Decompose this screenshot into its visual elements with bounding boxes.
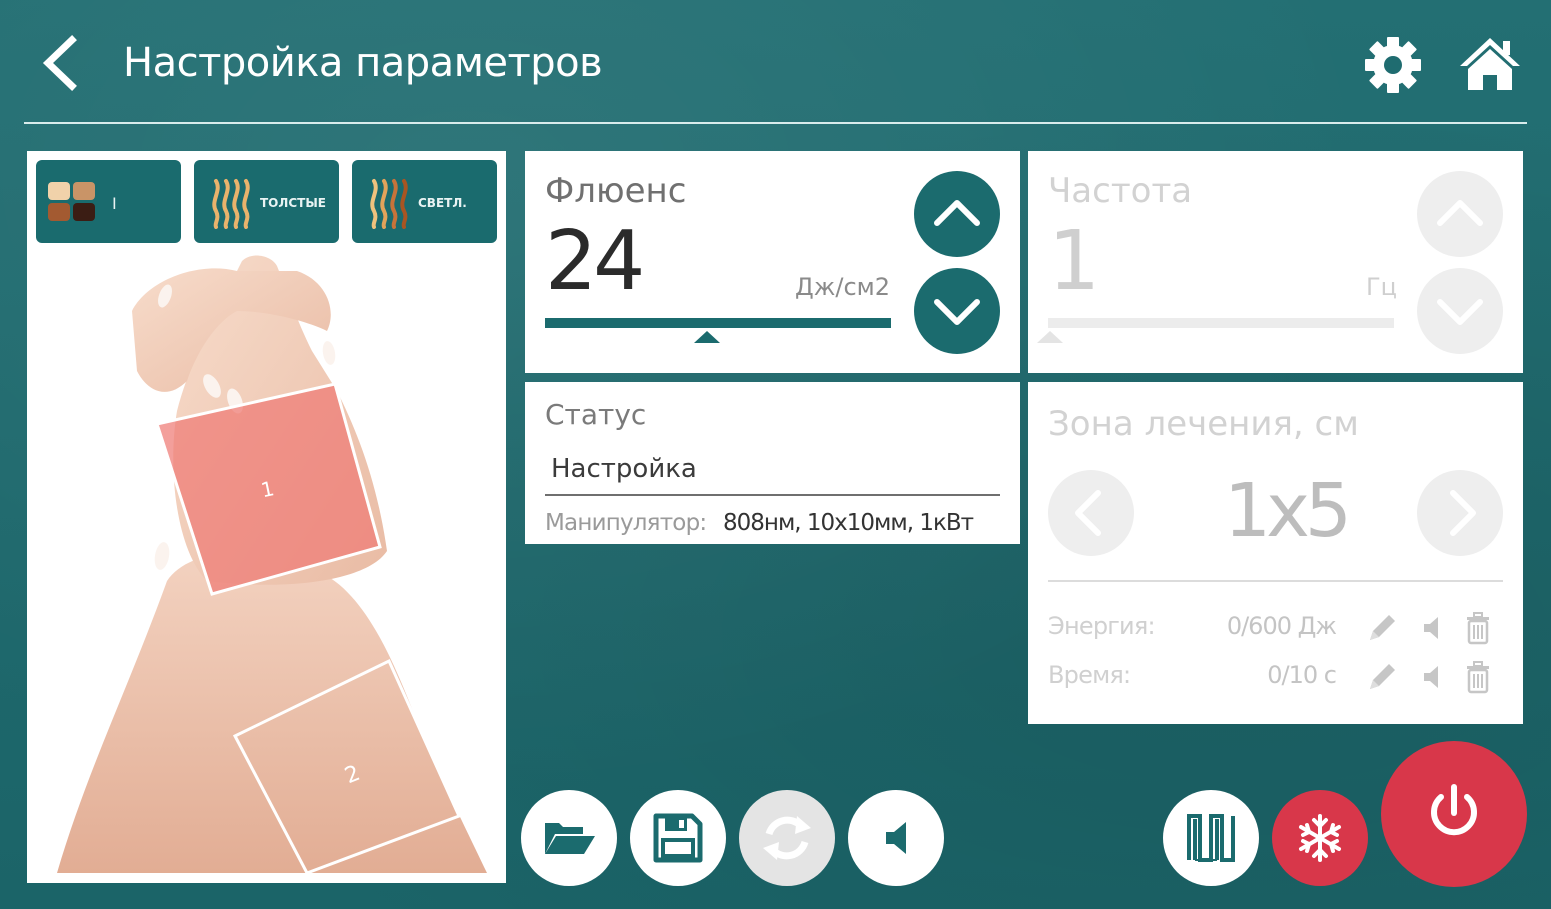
chevron-left-icon	[1075, 490, 1101, 536]
speaker-icon	[1424, 617, 1438, 639]
pencil-icon	[1370, 615, 1395, 640]
speaker-icon	[886, 822, 906, 854]
treatment-zone-card: Зона лечения, см 1x5 Энергия: 0/600 Дж В…	[1028, 382, 1523, 724]
fluence-card: Флюенс 24 Дж/см2	[525, 151, 1020, 373]
zone-value: 1x5	[1224, 468, 1352, 554]
open-button[interactable]	[521, 790, 617, 886]
hair-thickness-tile[interactable]: ТОЛСТЫЕ	[194, 160, 339, 243]
skin-type-label: I	[112, 194, 117, 213]
save-icon	[653, 813, 703, 863]
trash-icon	[1467, 612, 1489, 645]
frequency-up-button[interactable]	[1417, 171, 1503, 257]
frequency-unit: Гц	[1366, 273, 1397, 301]
frequency-down-button[interactable]	[1417, 268, 1503, 354]
hair-color-icon	[370, 179, 408, 229]
status-label: Статус	[545, 398, 647, 431]
speaker-icon	[1424, 666, 1438, 688]
pulse-icon	[1187, 814, 1235, 862]
gear-icon	[1365, 37, 1421, 93]
treatment-panel: I ТОЛСТЫЕ СВЕТЛ. 1 2	[27, 151, 506, 883]
fluence-label: Флюенс	[545, 171, 687, 211]
zone-divider	[1048, 580, 1503, 582]
fluence-bar	[545, 318, 891, 328]
frequency-label: Частота	[1048, 171, 1193, 211]
header-divider	[24, 122, 1527, 124]
home-icon	[1460, 38, 1520, 90]
hair-icon	[212, 179, 250, 229]
back-button[interactable]	[38, 34, 88, 92]
zone-prev-button[interactable]	[1048, 470, 1134, 556]
chevron-down-icon	[934, 299, 980, 325]
fluence-down-button[interactable]	[914, 268, 1000, 354]
time-value: 0/10 с	[1267, 661, 1337, 689]
page-title: Настройка параметров	[123, 40, 603, 86]
energy-sound-button[interactable]	[1416, 610, 1452, 646]
chevron-right-icon	[1450, 490, 1476, 536]
frequency-card: Частота 1 Гц	[1028, 151, 1523, 373]
hair-thickness-label: ТОЛСТЫЕ	[260, 196, 326, 210]
time-delete-button[interactable]	[1460, 659, 1496, 695]
save-button[interactable]	[630, 790, 726, 886]
hair-color-tile[interactable]: СВЕТЛ.	[352, 160, 497, 243]
hair-color-label: СВЕТЛ.	[418, 196, 467, 210]
trash-icon	[1467, 661, 1489, 694]
back-arrow-icon	[42, 35, 77, 91]
refresh-button[interactable]	[739, 790, 835, 886]
status-divider	[545, 494, 1000, 496]
time-edit-button[interactable]	[1364, 659, 1400, 695]
energy-label: Энергия:	[1048, 612, 1156, 640]
power-icon	[1431, 784, 1477, 836]
chevron-down-icon	[1437, 299, 1483, 325]
time-label: Время:	[1048, 661, 1131, 689]
power-button[interactable]	[1381, 741, 1527, 887]
manipulator-label: Манипулятор:	[545, 510, 707, 536]
pencil-icon	[1370, 664, 1395, 689]
fluence-unit: Дж/см2	[795, 273, 891, 301]
chevron-up-icon	[1437, 200, 1483, 226]
hands-image: 1 2	[57, 255, 487, 873]
fluence-up-button[interactable]	[914, 171, 1000, 257]
time-sound-button[interactable]	[1416, 659, 1452, 695]
energy-value: 0/600 Дж	[1226, 612, 1337, 640]
manipulator-value: 808нм, 10x10мм, 1кВт	[723, 510, 974, 536]
frequency-bar	[1048, 318, 1394, 328]
fluence-marker	[694, 331, 720, 343]
energy-delete-button[interactable]	[1460, 610, 1496, 646]
status-value: Настройка	[551, 454, 697, 484]
cooling-button[interactable]	[1272, 790, 1368, 886]
skin-type-tile[interactable]: I	[36, 160, 181, 243]
status-card: Статус Настройка Манипулятор: 808нм, 10x…	[525, 382, 1020, 544]
home-button[interactable]	[1458, 36, 1522, 92]
zone-label: Зона лечения, см	[1048, 404, 1359, 444]
folder-open-icon	[545, 823, 595, 854]
settings-button[interactable]	[1362, 34, 1424, 96]
frequency-value: 1	[1048, 214, 1101, 309]
energy-edit-button[interactable]	[1364, 610, 1400, 646]
sound-button[interactable]	[848, 790, 944, 886]
zone-next-button[interactable]	[1417, 470, 1503, 556]
skin-palette-icon	[48, 182, 95, 221]
refresh-icon	[763, 816, 811, 860]
frequency-marker	[1037, 331, 1063, 343]
fluence-value: 24	[545, 214, 645, 309]
snowflake-icon	[1299, 814, 1341, 862]
chevron-up-icon	[934, 200, 980, 226]
pulse-mode-button[interactable]	[1163, 790, 1259, 886]
